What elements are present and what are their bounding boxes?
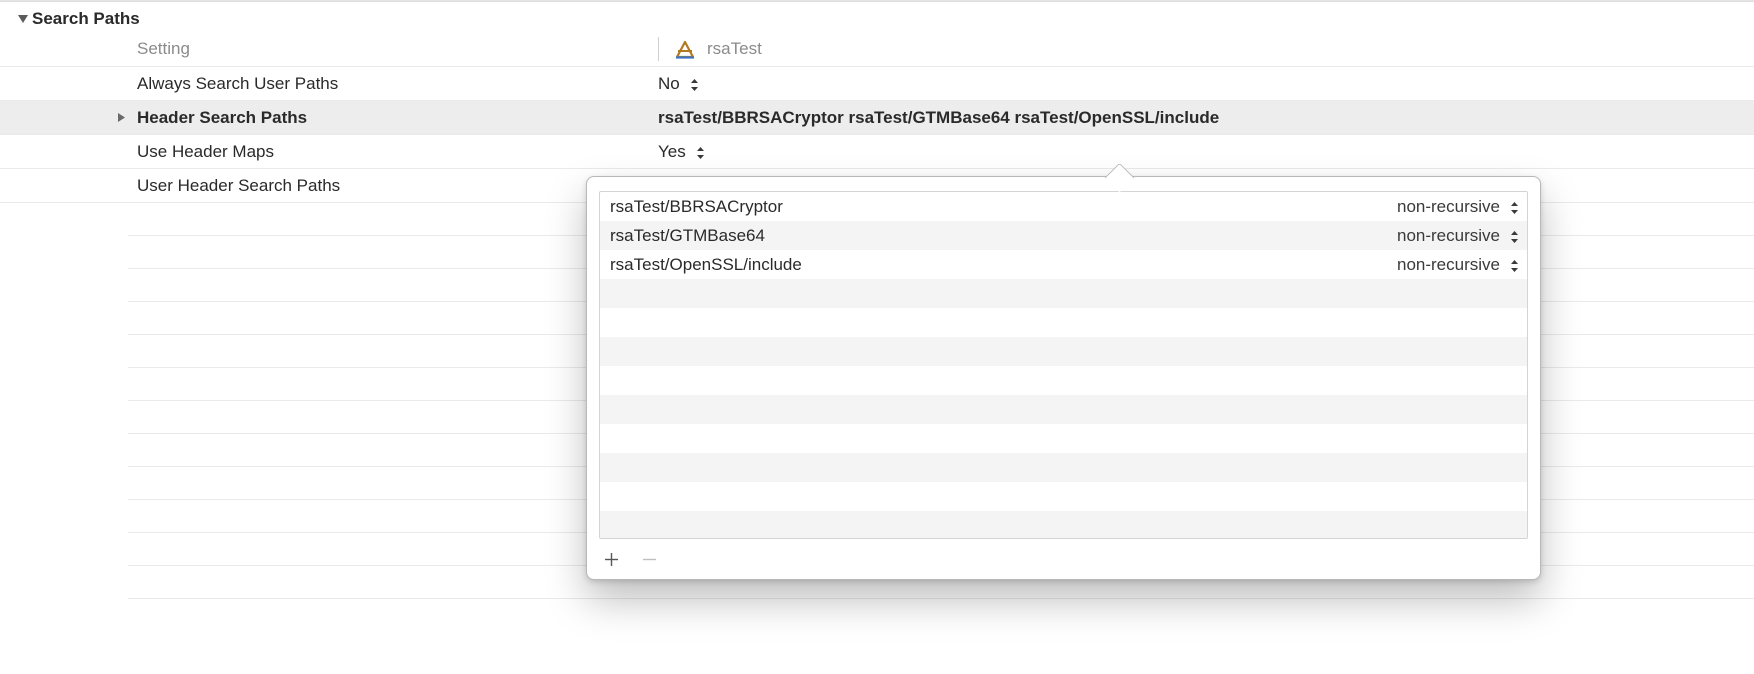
recursion-select[interactable]: non-recursive — [1397, 255, 1519, 275]
value-stepper-icon[interactable] — [696, 146, 705, 160]
section-header[interactable]: Search Paths — [0, 2, 1754, 32]
setting-label-cell: Header Search Paths — [0, 108, 650, 128]
path-row — [600, 511, 1527, 539]
recursion-mode-label: non-recursive — [1397, 226, 1500, 246]
path-text: rsaTest/GTMBase64 — [610, 226, 1397, 246]
path-row — [600, 337, 1527, 366]
remove-path-button[interactable] — [639, 549, 659, 569]
column-header-setting[interactable]: Setting — [0, 39, 650, 59]
path-row — [600, 482, 1527, 511]
path-row[interactable]: rsaTest/OpenSSL/includenon-recursive — [600, 250, 1527, 279]
setting-label: Header Search Paths — [137, 108, 307, 128]
path-row[interactable]: rsaTest/GTMBase64non-recursive — [600, 221, 1527, 250]
updown-icon — [1510, 259, 1519, 273]
path-text: rsaTest/OpenSSL/include — [610, 255, 1397, 275]
section-title: Search Paths — [32, 9, 140, 29]
setting-label-cell: User Header Search Paths — [0, 176, 650, 196]
path-row — [600, 279, 1527, 308]
app-icon — [675, 40, 695, 60]
path-row — [600, 308, 1527, 337]
setting-label: Use Header Maps — [137, 142, 274, 162]
setting-value-cell[interactable]: rsaTest/BBRSACryptor rsaTest/GTMBase64 r… — [650, 108, 1754, 128]
table-header-row: Setting rsaTest — [0, 32, 1754, 67]
column-divider — [658, 37, 659, 61]
disclosure-triangle-right-icon[interactable] — [116, 112, 127, 123]
updown-icon — [1510, 230, 1519, 244]
setting-label-cell: Use Header Maps — [0, 142, 650, 162]
paths-list[interactable]: rsaTest/BBRSACryptornon-recursiversaTest… — [599, 191, 1528, 539]
setting-value: Yes — [658, 142, 686, 162]
setting-row[interactable]: Header Search Paths rsaTest/BBRSACryptor … — [0, 101, 1754, 135]
disclosure-triangle-down-icon[interactable] — [14, 13, 32, 25]
setting-row[interactable]: Always Search User Paths No — [0, 67, 1754, 101]
path-text: rsaTest/BBRSACryptor — [610, 197, 1397, 217]
setting-value: No — [658, 74, 680, 94]
column-header-target[interactable]: rsaTest — [650, 37, 1754, 61]
recursion-mode-label: non-recursive — [1397, 197, 1500, 217]
setting-value-cell[interactable]: Yes — [650, 142, 1754, 162]
setting-label: Always Search User Paths — [137, 74, 338, 94]
popover-footer — [587, 539, 1540, 579]
setting-label-cell: Always Search User Paths — [0, 74, 650, 94]
path-row — [600, 395, 1527, 424]
recursion-select[interactable]: non-recursive — [1397, 197, 1519, 217]
setting-value: rsaTest/BBRSACryptor rsaTest/GTMBase64 r… — [658, 108, 1219, 128]
setting-row[interactable]: Use Header Maps Yes — [0, 135, 1754, 169]
path-row — [600, 453, 1527, 482]
add-path-button[interactable] — [601, 549, 621, 569]
path-row — [600, 424, 1527, 453]
setting-label: User Header Search Paths — [137, 176, 340, 196]
path-row — [600, 366, 1527, 395]
setting-value-cell[interactable]: No — [650, 74, 1754, 94]
recursion-select[interactable]: non-recursive — [1397, 226, 1519, 246]
paths-popover: rsaTest/BBRSACryptornon-recursiversaTest… — [586, 176, 1541, 580]
updown-icon — [1510, 201, 1519, 215]
value-stepper-icon[interactable] — [690, 78, 699, 92]
recursion-mode-label: non-recursive — [1397, 255, 1500, 275]
path-row[interactable]: rsaTest/BBRSACryptornon-recursive — [600, 192, 1527, 221]
